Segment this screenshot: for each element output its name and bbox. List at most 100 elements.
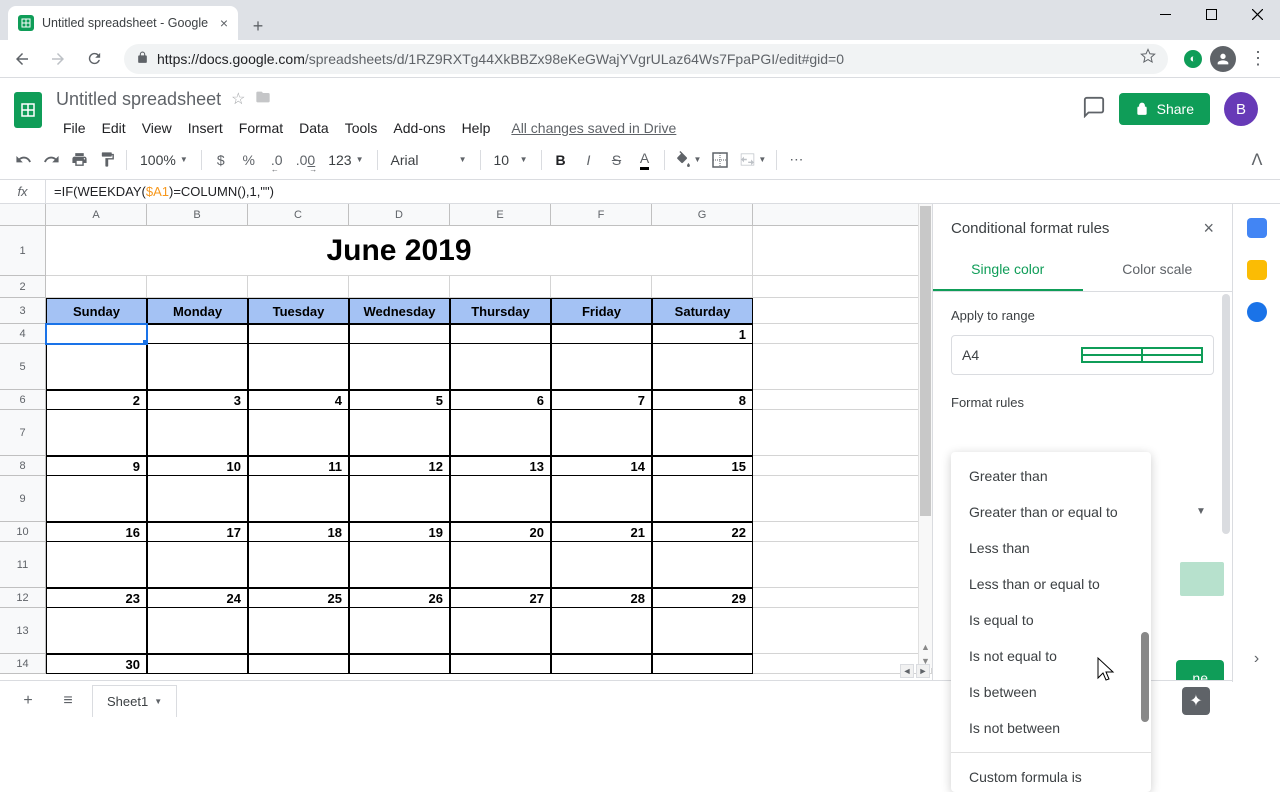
calendar-date-cell[interactable]: 27	[450, 588, 551, 608]
calendar-body-cell[interactable]	[46, 608, 147, 654]
calendar-date-cell[interactable]: 19	[349, 522, 450, 542]
calendar-date-cell[interactable]: 25	[248, 588, 349, 608]
select-range-icon[interactable]	[1081, 347, 1204, 363]
tab-color-scale[interactable]: Color scale	[1083, 249, 1233, 291]
menu-edit[interactable]: Edit	[95, 116, 133, 140]
calendar-date-cell[interactable]: 12	[349, 456, 450, 476]
calendar-body-cell[interactable]	[450, 344, 551, 390]
calendar-date-cell[interactable]: 4	[248, 390, 349, 410]
calendar-date-cell[interactable]: 28	[551, 588, 652, 608]
calendar-body-cell[interactable]	[551, 542, 652, 588]
sheet-tab-1[interactable]: Sheet1▼	[92, 685, 177, 717]
chrome-menu-button[interactable]: ⋮	[1244, 48, 1272, 69]
calendar-body-cell[interactable]	[652, 608, 753, 654]
calendar-date-cell[interactable]	[349, 324, 450, 344]
sheets-logo-icon[interactable]	[8, 90, 48, 130]
calendar-body-cell[interactable]	[248, 410, 349, 456]
font-select[interactable]: Arial▼	[384, 151, 474, 169]
calendar-date-cell[interactable]: 10	[147, 456, 248, 476]
strikethrough-button[interactable]: S	[604, 147, 630, 173]
calendar-date-cell[interactable]: 14	[551, 456, 652, 476]
dd-greater-than[interactable]: Greater than	[951, 458, 1151, 494]
dd-between[interactable]: Is between	[951, 674, 1151, 710]
calendar-date-cell[interactable]: 22	[652, 522, 753, 542]
calendar-body-cell[interactable]	[46, 476, 147, 522]
calendar-date-cell[interactable]: 24	[147, 588, 248, 608]
print-button[interactable]	[66, 147, 92, 173]
calendar-date-cell[interactable]: 29	[652, 588, 753, 608]
calendar-body-cell[interactable]	[349, 542, 450, 588]
calendar-body-cell[interactable]	[147, 410, 248, 456]
all-sheets-button[interactable]: ≡	[52, 685, 84, 717]
calendar-date-cell[interactable]: 1	[652, 324, 753, 344]
calendar-body-cell[interactable]	[147, 344, 248, 390]
calendar-title-cell[interactable]: June 2019	[46, 226, 753, 276]
menu-view[interactable]: View	[135, 116, 179, 140]
tasks-addon-icon[interactable]	[1247, 302, 1267, 322]
profile-avatar-icon[interactable]	[1210, 46, 1236, 72]
maximize-button[interactable]	[1188, 0, 1234, 28]
calendar-body-cell[interactable]	[147, 476, 248, 522]
calendar-body-cell[interactable]	[349, 608, 450, 654]
fx-icon[interactable]: fx	[0, 180, 46, 203]
calendar-date-cell[interactable]: 8	[652, 390, 753, 410]
calendar-date-cell[interactable]	[46, 324, 147, 344]
increase-decimal-button[interactable]: .00→	[292, 147, 319, 173]
calendar-date-cell[interactable]: 6	[450, 390, 551, 410]
calendar-body-cell[interactable]	[551, 608, 652, 654]
explore-button[interactable]: ✦	[1182, 687, 1210, 715]
menu-insert[interactable]: Insert	[181, 116, 230, 140]
keep-addon-icon[interactable]	[1247, 260, 1267, 280]
merge-button[interactable]: ▼	[735, 147, 770, 173]
close-window-button[interactable]	[1234, 0, 1280, 28]
extension-icon[interactable]: ◐	[1184, 50, 1202, 68]
calendar-date-cell[interactable]: 17	[147, 522, 248, 542]
dd-equal[interactable]: Is equal to	[951, 602, 1151, 638]
share-button[interactable]: Share	[1119, 93, 1210, 125]
calendar-body-cell[interactable]	[551, 410, 652, 456]
dd-greater-equal[interactable]: Greater than or equal to	[951, 494, 1151, 530]
close-tab-icon[interactable]: ×	[220, 15, 228, 31]
reload-button[interactable]	[80, 45, 108, 73]
calendar-date-cell[interactable]: 18	[248, 522, 349, 542]
decrease-decimal-button[interactable]: .0←	[264, 147, 290, 173]
calendar-date-cell[interactable]	[450, 324, 551, 344]
calendar-body-cell[interactable]	[147, 608, 248, 654]
day-header-cell[interactable]: Tuesday	[248, 298, 349, 324]
day-header-cell[interactable]: Thursday	[450, 298, 551, 324]
calendar-date-cell[interactable]: 23	[46, 588, 147, 608]
tab-single-color[interactable]: Single color	[933, 249, 1083, 291]
day-header-cell[interactable]: Sunday	[46, 298, 147, 324]
browser-tab[interactable]: Untitled spreadsheet - Google S ×	[8, 6, 238, 40]
text-color-button[interactable]: A	[632, 147, 658, 173]
calendar-body-cell[interactable]	[248, 608, 349, 654]
fill-color-button[interactable]: ▼	[671, 147, 706, 173]
dd-less-equal[interactable]: Less than or equal to	[951, 566, 1151, 602]
add-sheet-button[interactable]: +	[12, 685, 44, 717]
day-header-cell[interactable]: Saturday	[652, 298, 753, 324]
calendar-body-cell[interactable]	[248, 476, 349, 522]
menu-format[interactable]: Format	[232, 116, 290, 140]
calendar-body-cell[interactable]	[349, 410, 450, 456]
move-doc-icon[interactable]	[255, 89, 271, 110]
calendar-body-cell[interactable]	[46, 542, 147, 588]
calendar-body-cell[interactable]	[450, 410, 551, 456]
doc-title[interactable]: Untitled spreadsheet	[56, 89, 221, 110]
menu-data[interactable]: Data	[292, 116, 336, 140]
calendar-date-cell[interactable]: 13	[450, 456, 551, 476]
calendar-body-cell[interactable]	[551, 344, 652, 390]
day-header-cell[interactable]: Wednesday	[349, 298, 450, 324]
comments-icon[interactable]	[1083, 96, 1105, 123]
menu-help[interactable]: Help	[455, 116, 498, 140]
col-header[interactable]: D	[349, 204, 450, 225]
percent-button[interactable]: %	[236, 147, 262, 173]
calendar-date-cell[interactable]: 2	[46, 390, 147, 410]
range-input[interactable]: A4	[951, 335, 1214, 375]
menu-file[interactable]: File	[56, 116, 93, 140]
dd-not-equal[interactable]: Is not equal to	[951, 638, 1151, 674]
calendar-body-cell[interactable]	[147, 542, 248, 588]
hide-side-panel-button[interactable]: ›	[1254, 650, 1259, 668]
back-button[interactable]	[8, 45, 36, 73]
calendar-date-cell[interactable]: 21	[551, 522, 652, 542]
col-header[interactable]: E	[450, 204, 551, 225]
